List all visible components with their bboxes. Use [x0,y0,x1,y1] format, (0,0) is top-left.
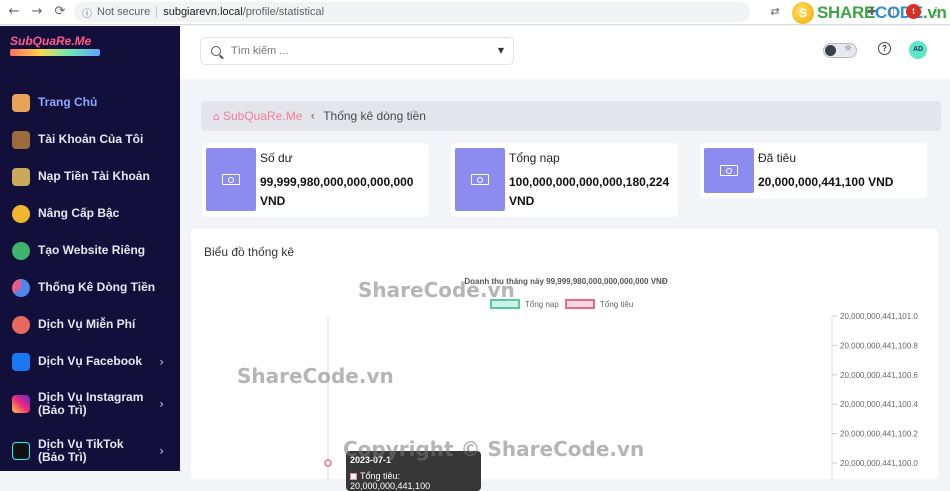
stat-card-value: 100,000,000,000,000,180,224 VND [509,175,670,208]
sharecode-mark-icon: S [792,2,814,24]
watermark-text: ShareCode.vn [358,278,515,302]
caret-down-icon[interactable]: ▼ [498,46,504,55]
profile-avatar[interactable]: t [906,4,921,19]
y-tick-label: 20,000,000,441,100.4 [840,400,918,409]
watermark-text: Copyright © ShareCode.vn [343,437,645,461]
stat-card-value: 20,000,000,441,100 VND [758,175,894,189]
security-label: Not secure [97,6,151,18]
omnibox-divider [156,6,158,18]
search-box[interactable]: ▼ [200,37,514,65]
sidebar-item-website[interactable]: Tạo Website Riêng [0,232,180,269]
sidebar-item-upgrade[interactable]: Nâng Cấp Bậc [0,195,180,232]
sidebar-menu: Trang Chủ Tài Khoản Của Tôi Nạp Tiền Tài… [0,84,180,474]
search-icon [211,46,221,56]
y-tick-label: 20,000,000,441,100.2 [840,430,918,439]
y-tick-label: 20,000,000,441,100.8 [840,341,918,350]
sidebar-item-free[interactable]: Dịch Vụ Miễn Phí [0,306,180,343]
sidebar-item-facebook[interactable]: Dịch Vụ Facebook › [0,343,180,380]
sidebar-item-deposit[interactable]: Nạp Tiền Tài Khoản [0,158,180,195]
breadcrumb-root[interactable]: SubQuaRe.Me [223,109,302,123]
main-content: ▼ ☼ ? AD ⌂ SubQuaRe.Me ‹ Thống kê dòng t… [180,26,950,491]
theme-toggle[interactable]: ☼ [823,43,857,58]
y-tick-label: 20,000,000,441,101.0 [840,312,918,321]
pie-chart-icon [12,278,30,297]
gift-icon [12,315,30,334]
url-path: /profile/statistical [242,6,325,18]
chevron-right-icon: › [159,354,164,369]
sun-icon: ☼ [843,44,852,54]
more-icon[interactable]: ⋮ [928,4,944,20]
chevron-left-icon: ‹ [310,109,316,123]
legend-label: Tổng nạp [525,300,559,309]
sidebar-item-account[interactable]: Tài Khoản Của Tôi [0,121,180,158]
facebook-icon [12,352,30,371]
stat-card-title: Tổng nạp [509,151,560,165]
sidebar-item-home[interactable]: Trang Chủ [0,84,180,121]
legend-label: Tổng tiêu [600,300,633,309]
forward-icon[interactable]: → [28,3,46,21]
site-logo[interactable]: SubQuaRe.Me [10,34,130,62]
stat-card-value: 99,999,980,000,000,000,000 VND [260,175,414,208]
watermark-text: ShareCode.vn [237,364,394,388]
search-input[interactable] [231,45,481,57]
money-icon [704,148,754,193]
browser-toolbar: ← → ⟳ ⓘ Not secure subgiarevn.local/prof… [0,0,950,25]
top-header: ▼ ☼ ? AD [180,26,950,79]
home-icon [12,93,30,112]
sidebar: SubQuaRe.Me Trang Chủ Tài Khoản Của Tôi … [0,26,180,471]
money-icon [455,148,505,211]
chevron-right-icon: › [159,443,164,458]
y-tick-label: 20,000,000,441,100.0 [840,459,918,468]
data-point [324,459,332,467]
stat-card-title: Đã tiêu [758,151,797,165]
globe-icon [12,241,30,260]
toggle-knob [825,45,836,56]
tooltip-value: Tổng tiêu: 20,000,000,441,100 [350,471,431,491]
deposit-icon [12,167,30,186]
breadcrumb-current: Thống kê dòng tiền [323,109,426,123]
crown-icon [12,204,30,223]
tooltip-swatch [350,473,357,481]
legend-swatch [565,299,595,309]
back-icon[interactable]: ← [5,3,23,21]
instagram-icon [12,394,30,413]
stat-card-spent: Đã tiêu 20,000,000,441,100 VND [700,143,927,198]
warning-icon: ⓘ [82,8,92,20]
chevron-right-icon: › [159,396,164,411]
money-icon [206,148,256,211]
extensions-icon[interactable]: ✚ [864,4,880,20]
sidebar-item-statistics[interactable]: Thống Kê Dòng Tiền [0,269,180,306]
home-icon[interactable]: ⌂ [213,110,220,123]
sidepanel-icon[interactable]: ▯ [884,4,900,20]
help-icon[interactable]: ? [878,42,891,55]
y-tick-label: 20,000,000,441,100.6 [840,371,918,380]
sidebar-item-tiktok[interactable]: Dịch Vụ TikTok (Bảo Trì) › [0,427,180,474]
translate-icon[interactable]: ⇄ [767,4,783,20]
user-avatar[interactable]: AD [909,41,927,59]
breadcrumb: ⌂ SubQuaRe.Me ‹ Thống kê dòng tiền [201,101,941,131]
stat-card-title: Số dư [260,151,293,165]
url-host: subgiarevn.local [163,6,243,18]
address-bar[interactable]: ⓘ Not secure subgiarevn.local/profile/st… [74,2,750,22]
reload-icon[interactable]: ⟳ [51,3,69,21]
sidebar-item-instagram[interactable]: Dịch Vụ Instagram (Bảo Trì) › [0,380,180,427]
stat-card-deposit: Tổng nạp 100,000,000,000,000,180,224 VND [451,143,678,217]
account-icon [12,130,30,149]
tiktok-icon [12,441,30,460]
stat-card-balance: Số dư 99,999,980,000,000,000,000 VND [202,143,429,217]
